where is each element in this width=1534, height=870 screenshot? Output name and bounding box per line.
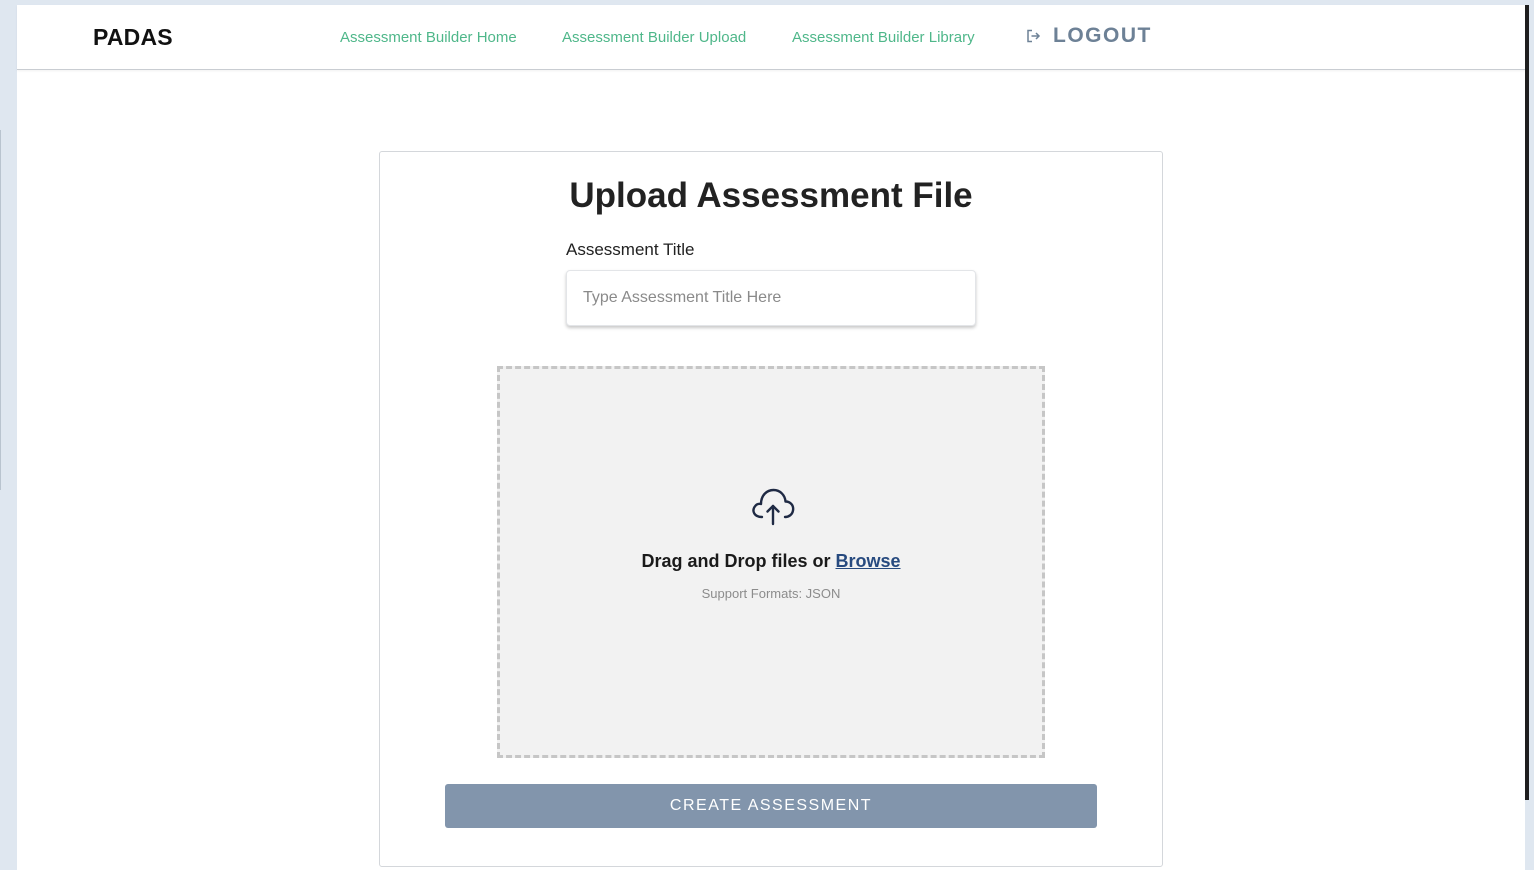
nav-link-upload[interactable]: Assessment Builder Upload bbox=[562, 29, 746, 46]
assessment-title-label: Assessment Title bbox=[566, 240, 695, 259]
top-nav-bar: PADAS Assessment Builder Home Assessment… bbox=[17, 5, 1525, 70]
app-window: PADAS Assessment Builder Home Assessment… bbox=[17, 5, 1525, 870]
upload-card: Upload Assessment File Assessment Title … bbox=[379, 151, 1163, 867]
dropzone-prompt-text: Drag and Drop files or bbox=[641, 551, 836, 571]
nav-link-home[interactable]: Assessment Builder Home bbox=[340, 29, 517, 46]
browse-link[interactable]: Browse bbox=[836, 551, 901, 571]
file-dropzone[interactable]: Drag and Drop files or Browse Support Fo… bbox=[497, 366, 1045, 758]
logout-button[interactable]: LOGOUT bbox=[1025, 24, 1152, 48]
cloud-upload-icon bbox=[752, 488, 795, 526]
brand-logo[interactable]: PADAS bbox=[93, 24, 173, 51]
create-assessment-button[interactable]: CREATE ASSESSMENT bbox=[445, 784, 1097, 828]
dropzone-prompt: Drag and Drop files or Browse bbox=[500, 551, 1042, 572]
logout-label: LOGOUT bbox=[1053, 24, 1152, 47]
supported-formats-text: Support Formats: JSON bbox=[701, 586, 841, 601]
page-title: Upload Assessment File bbox=[569, 176, 973, 215]
window-edge-mark bbox=[0, 130, 1, 490]
assessment-title-input[interactable] bbox=[566, 270, 976, 326]
logout-icon bbox=[1027, 29, 1041, 43]
scrollbar[interactable] bbox=[1525, 5, 1529, 800]
nav-link-library[interactable]: Assessment Builder Library bbox=[792, 29, 975, 46]
